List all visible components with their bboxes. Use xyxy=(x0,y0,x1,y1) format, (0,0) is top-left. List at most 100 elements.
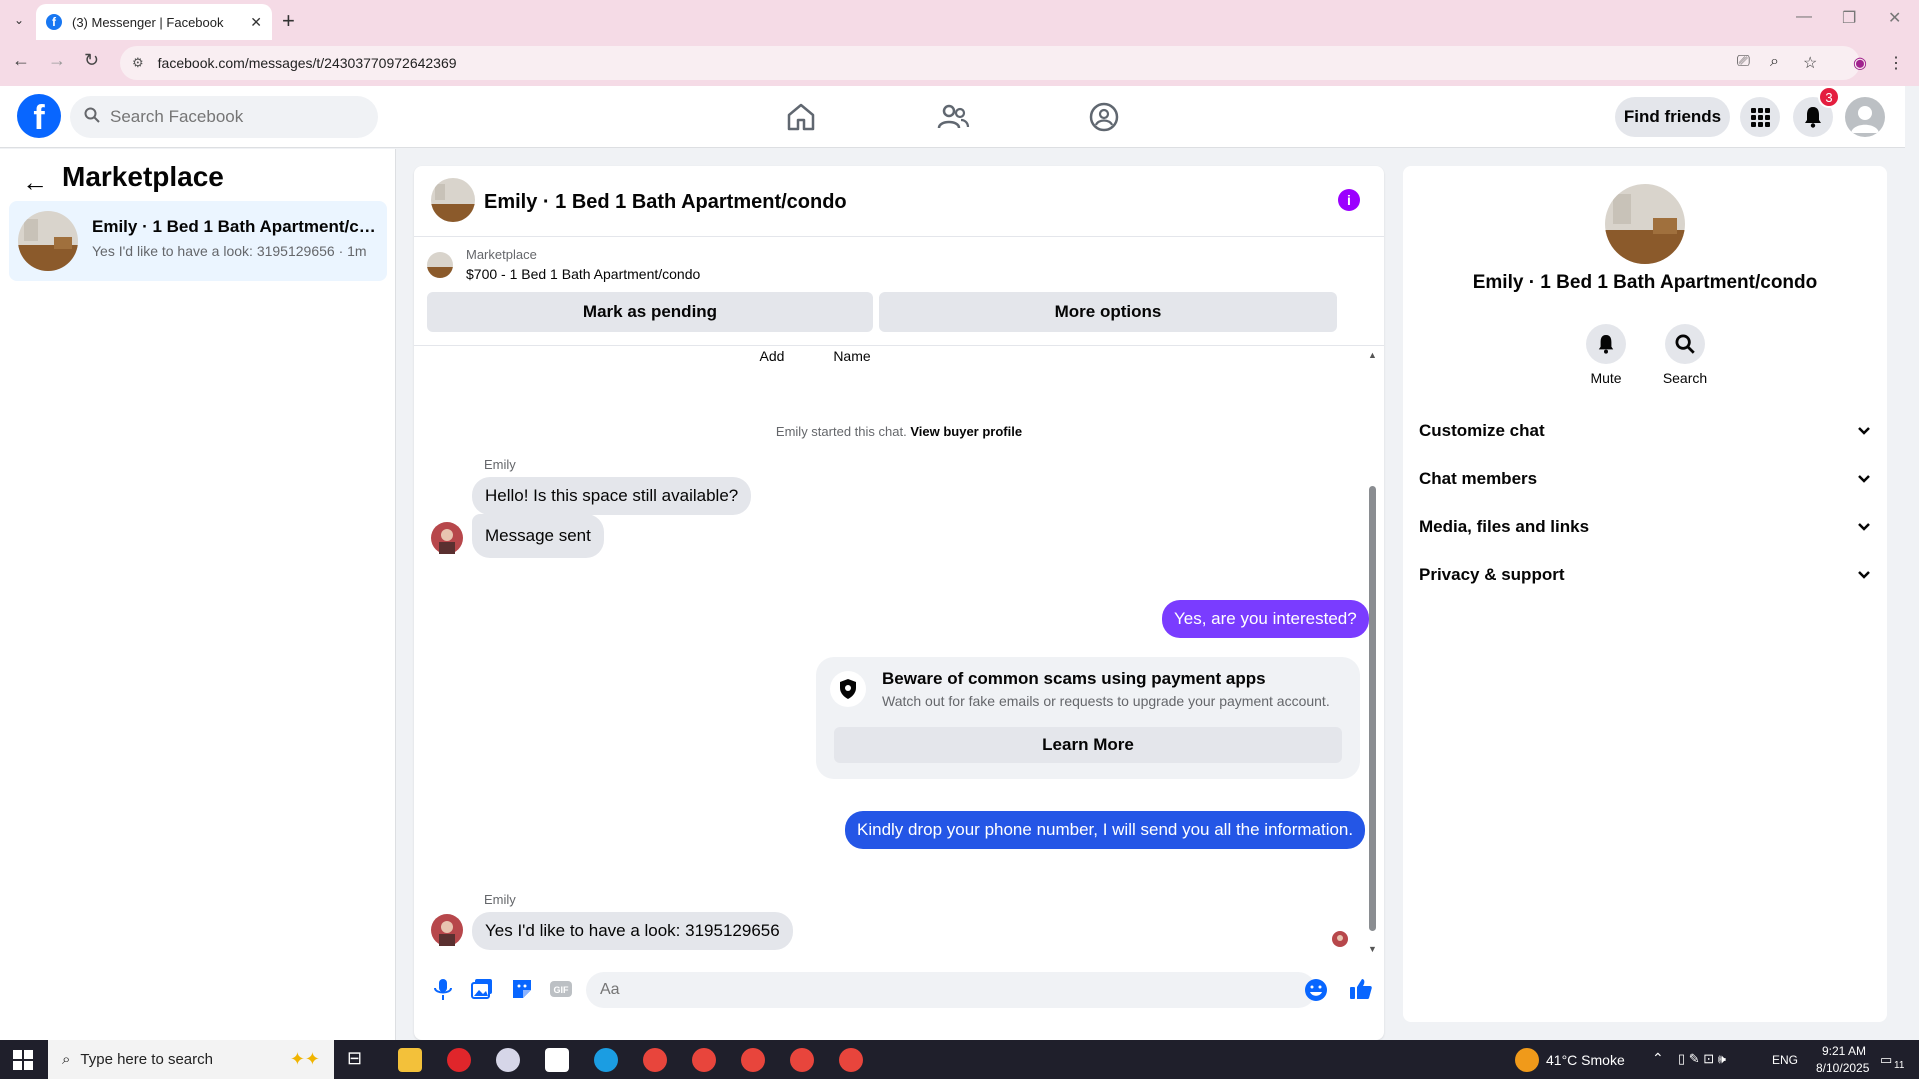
new-tab-icon[interactable]: + xyxy=(282,8,295,34)
account-avatar[interactable] xyxy=(1845,97,1885,137)
tab-search-icon[interactable]: ⌄ xyxy=(10,11,28,29)
scam-warning-card: Beware of common scams using payment app… xyxy=(816,657,1360,779)
weather-icon[interactable] xyxy=(1515,1048,1539,1072)
message-input[interactable] xyxy=(600,981,1240,999)
incoming-message[interactable]: Message sent xyxy=(472,514,604,558)
sticker-icon[interactable] xyxy=(509,976,535,1002)
outgoing-message[interactable]: Yes, are you interested? xyxy=(1162,600,1369,638)
edge-icon[interactable] xyxy=(594,1048,618,1072)
listing-title[interactable]: $700 - 1 Bed 1 Bath Apartment/condo xyxy=(466,266,700,282)
site-info-icon[interactable]: ⚙ xyxy=(132,55,144,71)
section-label: Chat members xyxy=(1419,469,1538,488)
zoom-icon[interactable]: ⌕ xyxy=(1770,53,1779,71)
listing-thumbnail[interactable] xyxy=(427,252,453,278)
privacy-support-section[interactable]: Privacy & support xyxy=(1419,555,1871,595)
reload-icon[interactable]: ↻ xyxy=(84,50,99,71)
close-window-icon[interactable]: ✕ xyxy=(1888,8,1901,28)
task-view-icon[interactable]: ⊟ xyxy=(347,1048,371,1072)
browser-tab[interactable]: f (3) Messenger | Facebook ✕ xyxy=(36,4,272,40)
sender-avatar[interactable] xyxy=(431,914,463,946)
chevron-down-icon xyxy=(1857,469,1871,489)
add-action[interactable]: Add xyxy=(742,348,802,364)
url-field[interactable]: ⚙ facebook.com/messages/t/24303770972642… xyxy=(120,46,1860,80)
sparkle-icon: ✦✦ xyxy=(289,1049,320,1069)
chat-title[interactable]: Emily · 1 Bed 1 Bath Apartment/condo xyxy=(484,191,847,214)
mute-action[interactable]: Mute xyxy=(1576,324,1636,386)
view-buyer-profile-link[interactable]: View buyer profile xyxy=(910,424,1022,439)
windows-taskbar: ⌕ Type here to search ✦✦ ⊟ 41°C Smoke ⌃ … xyxy=(0,1040,1919,1079)
search-action[interactable]: Search xyxy=(1655,324,1715,386)
clock-date[interactable]: 8/10/2025 xyxy=(1816,1061,1869,1075)
back-arrow-icon[interactable]: ← xyxy=(22,167,48,198)
minimize-icon[interactable]: — xyxy=(1796,8,1812,26)
language-indicator[interactable]: ENG xyxy=(1772,1053,1798,1067)
details-avatar[interactable] xyxy=(1605,184,1685,264)
facebook-search-input[interactable] xyxy=(110,107,350,127)
more-options-button[interactable]: More options xyxy=(879,292,1337,332)
microphone-icon[interactable] xyxy=(430,976,456,1002)
scroll-up-icon[interactable]: ▲ xyxy=(1368,350,1377,360)
mark-as-pending-button[interactable]: Mark as pending xyxy=(427,292,873,332)
chat-header: Emily · 1 Bed 1 Bath Apartment/condo i xyxy=(414,166,1384,237)
mute-label: Mute xyxy=(1590,370,1622,386)
facebook-search[interactable] xyxy=(70,96,378,138)
windows-start-icon[interactable] xyxy=(13,1050,33,1070)
menu-grid-icon[interactable] xyxy=(1740,97,1780,137)
incoming-message[interactable]: Hello! Is this space still available? xyxy=(472,477,752,515)
name-action[interactable]: Name xyxy=(822,348,882,364)
facebook-header: f Find friends 3 xyxy=(0,86,1905,148)
friends-icon[interactable] xyxy=(936,100,970,134)
notification-center-icon[interactable]: ▭ xyxy=(1880,1052,1892,1068)
conversation-preview: Yes I'd like to have a look: 3195129656 … xyxy=(92,243,367,259)
incoming-message[interactable]: Yes I'd like to have a look: 3195129656 xyxy=(472,912,793,950)
photo-icon[interactable] xyxy=(469,976,495,1002)
weather-text[interactable]: 41°C Smoke xyxy=(1546,1052,1625,1068)
outgoing-message[interactable]: Kindly drop your phone number, I will se… xyxy=(845,811,1366,849)
facebook-logo-icon[interactable]: f xyxy=(17,94,61,138)
file-explorer-icon[interactable] xyxy=(398,1048,422,1072)
scroll-down-icon[interactable]: ▼ xyxy=(1368,944,1377,954)
gif-icon[interactable]: GIF xyxy=(548,976,574,1002)
chrome-icon[interactable] xyxy=(839,1048,863,1072)
forward-icon[interactable]: → xyxy=(48,50,66,71)
taskbar-search[interactable]: ⌕ Type here to search ✦✦ xyxy=(48,1040,334,1079)
profile-icon[interactable]: ◉ xyxy=(1853,53,1867,73)
chat-avatar[interactable] xyxy=(431,178,475,222)
home-icon[interactable] xyxy=(784,100,818,134)
section-label: Customize chat xyxy=(1419,421,1545,440)
search-label: Search xyxy=(1662,370,1708,386)
chevron-down-icon xyxy=(1857,421,1871,441)
close-tab-icon[interactable]: ✕ xyxy=(250,14,262,31)
chat-started-notice: Emily started this chat. View buyer prof… xyxy=(414,424,1384,439)
emoji-icon[interactable] xyxy=(1304,978,1330,1004)
bell-icon[interactable] xyxy=(1586,324,1626,364)
sender-avatar[interactable] xyxy=(431,522,463,554)
chrome-icon[interactable] xyxy=(692,1048,716,1072)
clock-time[interactable]: 9:21 AM xyxy=(1822,1044,1866,1058)
scroll-thumb[interactable] xyxy=(1369,486,1376,931)
chrome-icon[interactable] xyxy=(643,1048,667,1072)
learn-more-button[interactable]: Learn More xyxy=(834,727,1342,763)
bookmark-star-icon[interactable]: ☆ xyxy=(1803,53,1817,73)
back-icon[interactable]: ← xyxy=(12,50,30,71)
system-tray-icons[interactable]: ▯ ✎ ⊡ 🕪 xyxy=(1678,1051,1726,1067)
restore-icon[interactable]: ❐ xyxy=(1842,8,1856,28)
groups-icon[interactable] xyxy=(1087,100,1121,134)
like-thumbs-up-icon[interactable] xyxy=(1348,976,1374,1002)
chrome-icon[interactable] xyxy=(790,1048,814,1072)
chat-members-section[interactable]: Chat members xyxy=(1419,459,1871,499)
browser-menu-icon[interactable]: ⋮ xyxy=(1888,53,1904,73)
find-friends-button[interactable]: Find friends xyxy=(1615,97,1730,137)
document-icon[interactable] xyxy=(545,1048,569,1072)
conversation-item[interactable]: Emily · 1 Bed 1 Bath Apartment/condo Yes… xyxy=(9,201,387,281)
conversation-info-icon[interactable]: i xyxy=(1338,189,1360,211)
chrome-icon[interactable] xyxy=(741,1048,765,1072)
app-icon[interactable] xyxy=(496,1048,520,1072)
install-app-icon[interactable]: ⎚ xyxy=(1737,53,1750,71)
message-input-field[interactable] xyxy=(586,972,1316,1008)
search-icon[interactable] xyxy=(1665,324,1705,364)
chevron-up-icon[interactable]: ⌃ xyxy=(1652,1050,1664,1067)
opera-icon[interactable] xyxy=(447,1048,471,1072)
customize-chat-section[interactable]: Customize chat xyxy=(1419,411,1871,451)
media-files-links-section[interactable]: Media, files and links xyxy=(1419,507,1871,547)
